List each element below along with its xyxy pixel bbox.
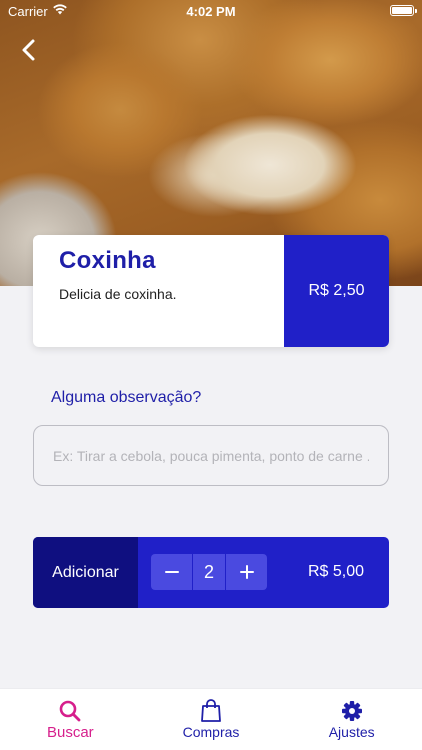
quantity-value: 2 xyxy=(192,554,226,590)
product-card: Coxinha Delicia de coxinha. R$ 2,50 xyxy=(33,235,389,347)
battery-icon xyxy=(390,5,417,16)
tab-label: Buscar xyxy=(46,724,94,741)
add-button-label: Adicionar xyxy=(52,563,119,581)
back-button[interactable] xyxy=(16,36,44,64)
search-icon xyxy=(60,700,81,722)
tab-compras[interactable]: Compras xyxy=(141,689,282,750)
product-name: Coxinha xyxy=(59,247,156,274)
product-price-box: R$ 2,50 xyxy=(284,235,389,347)
plus-icon xyxy=(239,565,254,579)
total-price: R$ 5,00 xyxy=(308,563,365,580)
quantity-stepper: 2 xyxy=(151,554,271,590)
tab-label: Ajustes xyxy=(328,724,375,740)
product-price: R$ 2,50 xyxy=(308,282,365,299)
add-to-cart-bar: Adicionar 2 R$ 5,00 xyxy=(33,537,389,608)
increment-button[interactable] xyxy=(226,554,267,590)
chevron-left-icon xyxy=(22,39,35,61)
observation-label: Alguma observação? xyxy=(51,389,202,406)
status-bar: Carrier 4:02 PM xyxy=(0,0,422,22)
tab-label: Compras xyxy=(182,724,240,740)
tab-bar: Buscar Compras Ajustes xyxy=(0,688,422,750)
tab-buscar[interactable]: Buscar xyxy=(0,689,141,750)
product-description: Delicia de coxinha. xyxy=(59,286,177,302)
gear-icon xyxy=(341,701,362,721)
status-time: 4:02 PM xyxy=(186,4,236,19)
tab-ajustes[interactable]: Ajustes xyxy=(281,689,422,750)
observation-input[interactable] xyxy=(33,425,389,486)
minus-icon xyxy=(164,571,179,573)
shopping-bag-icon xyxy=(201,699,221,722)
add-button[interactable]: Adicionar xyxy=(33,537,138,608)
decrement-button[interactable] xyxy=(151,554,192,590)
